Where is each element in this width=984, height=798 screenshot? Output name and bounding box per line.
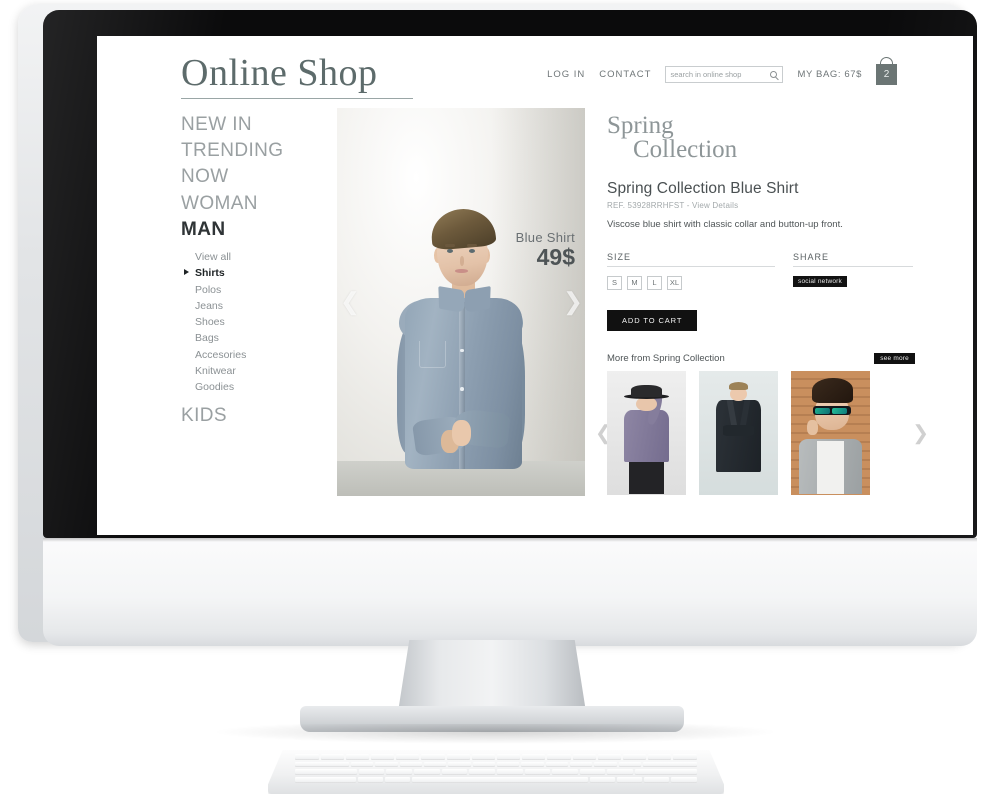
more-from-collection-title: More from Spring Collection [607,352,725,364]
product-options: SIZE S M L XL SHARE social network [607,252,915,290]
share-section: SHARE social network [793,252,913,290]
related-product-thumb-2[interactable] [699,370,778,495]
model-photo [337,108,585,496]
monitor-body: Online Shop LOG IN CONTACT MY BAG: 67$ [18,4,977,646]
category-sidebar: NEW IN TRENDING NOW WOMAN MAN View all S… [181,108,321,496]
site-logo[interactable]: Online Shop [181,54,378,92]
sidebar-item-man[interactable]: MAN [181,217,321,243]
related-product-thumb-3[interactable] [791,370,870,495]
model-eyebrow-left [445,244,456,247]
size-heading: SIZE [607,252,775,267]
product-reference[interactable]: REF. 53928RRHFST - View Details [607,201,915,210]
hero-price-overlay: Blue Shirt 49$ [516,230,575,271]
thumb2-hair [729,381,748,391]
sidebar-item-trending-now[interactable]: TRENDING NOW [181,138,321,190]
thumbs-next-arrow-icon[interactable]: ❯ [912,420,929,445]
add-to-cart-button[interactable]: ADD TO CART [607,309,698,331]
screenshot-stage: Online Shop LOG IN CONTACT MY BAG: 67$ [0,0,984,798]
collection-title-line2: Collection [633,135,738,163]
hero-next-arrow-icon[interactable]: ❯ [563,288,583,317]
subitem-knitwear[interactable]: Knitwear [195,363,321,379]
collection-title: Spring Collection [607,112,915,163]
model-eyebrow-right [467,244,478,247]
thumb3-tshirt [817,441,844,495]
shirt-button-1 [460,348,464,353]
search-input[interactable] [670,70,779,79]
size-option-s[interactable]: S [607,275,622,290]
keyboard [268,750,724,794]
bag-total-label: MY BAG: 67$ [797,69,862,80]
sidebar-item-kids[interactable]: KIDS [181,403,321,429]
nav-login[interactable]: LOG IN [547,69,585,80]
webpage: Online Shop LOG IN CONTACT MY BAG: 67$ [97,36,973,535]
search-icon [770,71,778,78]
collection-title-line1: Spring [607,112,674,139]
keyboard-row [295,769,697,776]
subitem-jeans[interactable]: Jeans [195,298,321,314]
keyboard-row [295,754,697,760]
page-body: NEW IN TRENDING NOW WOMAN MAN View all S… [97,108,973,496]
see-more-button[interactable]: see more [874,352,915,364]
subitem-polos[interactable]: Polos [195,282,321,298]
subitem-goodies[interactable]: Goodies [195,379,321,395]
shopping-bag-icon[interactable]: 2 [876,57,897,85]
size-option-m[interactable]: M [627,275,642,290]
size-option-l[interactable]: L [647,275,662,290]
thumb3-hair [811,377,853,403]
thumb1-shirt [624,410,669,463]
subitem-shirts[interactable]: Shirts [184,265,321,281]
size-section: SIZE S M L XL [607,252,775,290]
shirt-button-2 [460,387,464,392]
bag-handle-shape [880,57,893,66]
monitor-stand-neck [398,640,586,712]
shirt-pocket [418,340,447,368]
sidebar-item-new-in[interactable]: NEW IN [181,112,321,138]
nav-contact[interactable]: CONTACT [599,69,651,80]
social-network-button[interactable]: social network [793,275,847,287]
model-hand-left [452,420,471,446]
keyboard-keys [295,754,697,783]
monitor-screen: Online Shop LOG IN CONTACT MY BAG: 67$ [97,36,973,535]
search-box[interactable] [665,66,784,83]
monitor-chin [43,538,977,646]
related-product-thumb-1[interactable] [607,370,686,495]
size-options: S M L XL [607,275,775,290]
subitem-shoes[interactable]: Shoes [195,314,321,330]
logo-underline [181,98,413,99]
subitem-bags[interactable]: Bags [195,330,321,346]
thumb2-crossed-arms [722,425,755,437]
monitor-bezel: Online Shop LOG IN CONTACT MY BAG: 67$ [43,10,977,538]
bag-item-count: 2 [883,69,890,80]
subitem-view-all[interactable]: View all [195,249,321,265]
share-heading: SHARE [793,252,913,267]
man-subcategory-list: View all Shirts Polos Jeans Shoes Bags A… [184,249,321,395]
product-hero-image: Blue Shirt 49$ ❮ ❯ [337,108,585,496]
hero-prev-arrow-icon[interactable]: ❮ [340,288,360,317]
keyboard-row [295,777,697,783]
product-description: Viscose blue shirt with classic collar a… [607,218,843,230]
thumb1-hat-crown [630,385,663,397]
site-header: Online Shop LOG IN CONTACT MY BAG: 67$ [97,36,973,108]
thumb3-lens-left [814,407,830,414]
subitem-accesories[interactable]: Accesories [195,347,321,363]
hero-product-name: Blue Shirt [515,230,575,245]
hero-product-price: 49$ [536,244,575,270]
related-products-carousel: ❮ ❯ [595,370,929,495]
more-from-collection-header: More from Spring Collection see more [607,352,915,364]
thumb2-blazer [716,400,761,473]
size-option-xl[interactable]: XL [667,275,682,290]
desk-shadow [210,724,780,744]
keyboard-row [295,761,697,768]
product-detail-panel: Spring Collection Spring Collection Blue… [595,108,929,496]
thumb1-pants [629,459,664,495]
thumb3-hand [806,420,818,435]
header-right-group: LOG IN CONTACT MY BAG: 67$ 2 [547,57,897,85]
product-title: Spring Collection Blue Shirt [607,179,799,197]
chin-shadow [43,538,977,542]
sidebar-item-woman[interactable]: WOMAN [181,191,321,217]
thumb3-lens-right [832,407,848,414]
